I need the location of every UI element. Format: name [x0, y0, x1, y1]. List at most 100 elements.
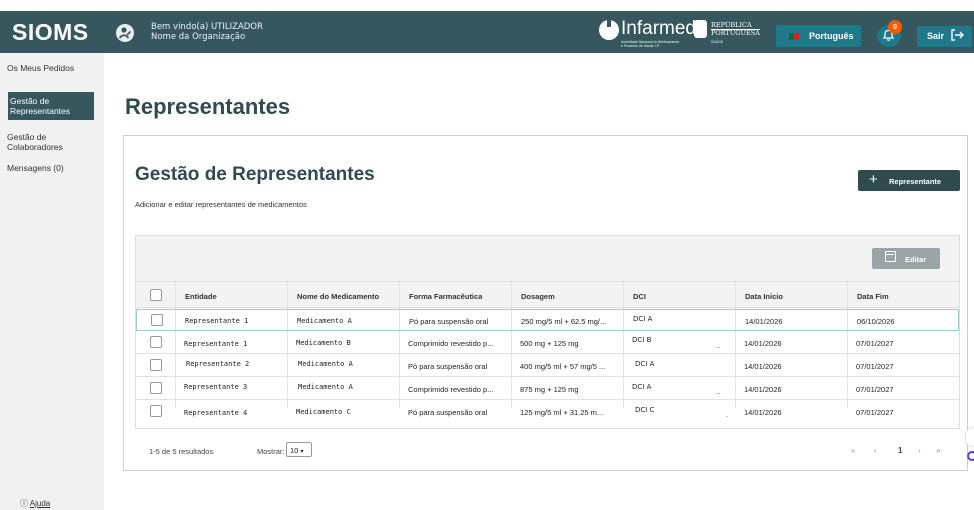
cell-entidade: Representante 4 [184, 409, 248, 417]
cell-forma: Comprimido revestido p... [408, 385, 494, 394]
sidebar-item-representantes[interactable]: Gestão de Representantes [8, 92, 94, 120]
sidebar-item-colaboradores[interactable]: Gestão de Colaboradores [7, 132, 97, 152]
cell-entidade: Representante 1 [185, 317, 249, 325]
infarmed-name: Infarmed [621, 18, 696, 39]
table-header: Entidade Nome do Medicamento Forma Farma… [136, 282, 959, 308]
brand-logo[interactable]: SIOMS [12, 19, 89, 46]
cell-dci: DCI C [635, 406, 655, 414]
table-toolbar: Editar [136, 236, 959, 282]
cell-dosagem: 400 mg/5 ml + 57 mg/5 ... [520, 362, 606, 371]
cell-dosagem: 250 mg/5 ml + 62.5 mg/... [521, 317, 607, 326]
cell-dosagem: 125 mg/5 ml + 31.25 m... [520, 408, 604, 417]
row-checkbox[interactable] [150, 336, 162, 348]
cell-dci-overflow: .. [716, 387, 721, 396]
republica-line2: PORTUGUESA [711, 29, 760, 37]
cell-forma: Comprimido revestido p... [408, 339, 494, 348]
cell-data-fim: 07/01/2027 [856, 408, 894, 417]
add-representante-button[interactable]: + Representante [858, 170, 960, 191]
select-all-checkbox[interactable] [150, 289, 162, 301]
page-title: Representantes [125, 94, 291, 119]
republica-saude: SAÚDE [711, 40, 724, 44]
cell-data-fim: 06/10/2026 [857, 317, 895, 326]
first-page-button[interactable]: « [851, 446, 855, 455]
logout-button[interactable]: Sair [917, 26, 972, 47]
column-header-dosagem[interactable]: Dosagem [521, 292, 555, 301]
logout-icon [949, 27, 965, 46]
table-row[interactable]: Representante 1 Medicamento B Comprimido… [136, 332, 959, 354]
current-page-button[interactable]: 1 [898, 446, 902, 455]
cell-medicamento: Medicamento C [296, 408, 351, 416]
column-header-forma[interactable]: Forma Farmacêutica [409, 292, 482, 301]
cell-dci-overflow: . [726, 410, 729, 419]
cell-entidade: Representante 3 [184, 383, 248, 391]
cell-forma: Pó para suspensão oral [409, 317, 489, 326]
edit-calendar-icon [885, 251, 896, 262]
user-icon [116, 24, 134, 42]
table-row[interactable]: Representante 2 Medicamento A Pó para su… [136, 355, 959, 377]
card-title: Gestão de Representantes [135, 164, 375, 185]
sidebar-item-mensagens[interactable]: Mensagens (0) [7, 163, 97, 173]
cell-forma: Pó para suspensão oral [408, 408, 488, 417]
column-header-entidade[interactable]: Entidade [185, 292, 217, 301]
row-checkbox[interactable] [150, 405, 162, 417]
column-header-data-inicio[interactable]: Data Início [745, 292, 783, 301]
sidebar-item-pedidos[interactable]: Os Meus Pedidos [7, 63, 97, 73]
cell-entidade: Representante 2 [186, 360, 250, 368]
flag-pt-icon [789, 33, 799, 40]
cell-dosagem: 875 mg + 125 mg [520, 385, 579, 394]
republica-line1: REPÚBLICA [711, 21, 752, 29]
edit-label: Editar [905, 255, 927, 264]
row-checkbox[interactable] [151, 314, 163, 326]
column-header-data-fim[interactable]: Data Fim [857, 292, 889, 301]
show-label: Mostrar: [257, 447, 285, 456]
plus-icon: + [869, 171, 878, 188]
welcome-text: Bem vindo(a) UTILIZADOR Nome da Organiza… [151, 22, 263, 42]
row-checkbox[interactable] [150, 382, 162, 394]
cell-dci-overflow: .. [716, 341, 721, 350]
cell-data-inicio: 14/01/2026 [744, 339, 782, 348]
page-size-select[interactable]: 10 ▾ [286, 442, 312, 457]
column-header-dci[interactable]: DCI [633, 292, 646, 301]
representantes-card: Gestão de Representantes Adicionar e edi… [123, 135, 968, 471]
help-icon: ⓘ [20, 499, 28, 508]
language-button[interactable]: Português [776, 25, 861, 47]
welcome-organization: Nome da Organização [151, 32, 246, 42]
cell-data-inicio: 14/01/2026 [744, 362, 782, 371]
cell-data-fim: 07/01/2027 [856, 339, 894, 348]
cell-dosagem: 500 mg + 125 mg [520, 339, 579, 348]
infarmed-subtitle: Autoridade Nacional do Medicamento e Pro… [621, 40, 680, 48]
cell-medicamento: Medicamento A [297, 317, 352, 325]
cell-medicamento: Medicamento B [296, 339, 351, 347]
help-label: Ajuda [29, 499, 51, 508]
republica-emblem-icon [694, 20, 707, 38]
side-tab-button[interactable] [966, 428, 974, 446]
help-link[interactable]: ⓘ Ajuda [20, 498, 50, 509]
logout-label: Sair [927, 31, 945, 41]
next-page-button[interactable]: › [918, 446, 921, 455]
prev-page-button[interactable]: ‹ [874, 446, 877, 455]
cell-dci: DCI A [632, 383, 652, 391]
cell-entidade: Representante 1 [184, 340, 248, 348]
cell-data-fim: 07/01/2027 [856, 385, 894, 394]
cell-medicamento: Medicamento A [298, 360, 353, 368]
cell-data-inicio: 14/01/2026 [744, 408, 782, 417]
table-row[interactable]: Representante 1 Medicamento A Pó para su… [136, 309, 959, 331]
welcome-user: Bem vindo(a) UTILIZADOR [151, 22, 263, 32]
column-header-medicamento[interactable]: Nome do Medicamento [297, 292, 379, 301]
language-label: Português [809, 31, 854, 41]
cell-dci: DCI A [635, 360, 655, 368]
notifications-button[interactable]: 0 [877, 20, 902, 47]
accessibility-icon[interactable] [967, 451, 974, 461]
edit-button[interactable]: Editar [872, 248, 940, 269]
cell-forma: Pó para suspensão oral [408, 362, 488, 371]
table-row[interactable]: Representante 3 Medicamento A Comprimido… [136, 378, 959, 400]
top-bar: SIOMS Bem vindo(a) UTILIZADOR Nome da Or… [0, 11, 974, 53]
row-checkbox[interactable] [150, 359, 162, 371]
table-row[interactable]: Representante 4 Medicamento C Pó para su… [136, 401, 959, 423]
representantes-table: Editar Entidade Nome do Medicamento Form… [135, 235, 960, 429]
card-subtitle: Adicionar e editar representantes de med… [135, 200, 307, 209]
last-page-button[interactable]: » [936, 446, 940, 455]
notifications-badge: 0 [888, 20, 902, 34]
sidebar: Os Meus Pedidos Gestão de Representantes… [0, 53, 104, 510]
republica-text: REPÚBLICA PORTUGUESA [711, 22, 760, 37]
